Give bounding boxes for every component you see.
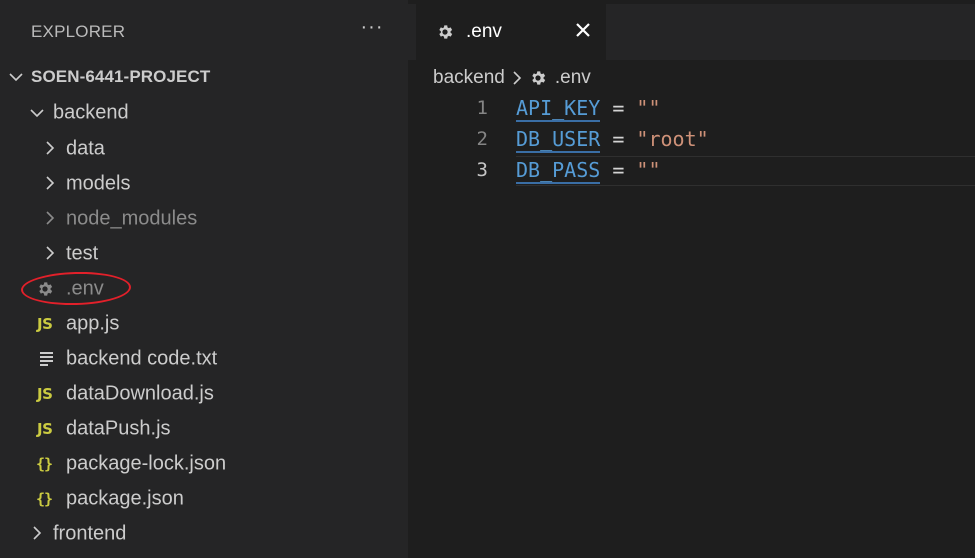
folder-label: data: [66, 137, 105, 159]
chevron-down-icon: [9, 73, 23, 82]
tree-file-package-json[interactable]: {} package.json: [0, 481, 408, 516]
folder-label: node_modules: [66, 207, 198, 229]
tab-env[interactable]: .env: [416, 4, 606, 60]
folder-label: models: [66, 172, 131, 194]
editor-area: .env backend .env 1 2 3 API_KEY = "" DB_…: [408, 0, 975, 558]
breadcrumb-file[interactable]: .env: [555, 67, 591, 89]
file-label: dataDownload.js: [66, 382, 214, 404]
tree-folder-test[interactable]: test: [0, 236, 408, 271]
tab-bar: .env: [408, 4, 975, 60]
env-value: "": [636, 158, 661, 182]
env-key: DB_PASS: [516, 158, 601, 184]
close-icon[interactable]: [569, 16, 597, 44]
tree-folder-node-modules[interactable]: node_modules: [0, 201, 408, 236]
breadcrumb-folder[interactable]: backend: [433, 67, 505, 89]
breadcrumb: backend .env: [433, 64, 591, 92]
env-value: "": [636, 96, 661, 120]
folder-label: test: [66, 242, 99, 264]
explorer-header: EXPLORER ···: [0, 8, 408, 56]
chevron-right-icon: [46, 141, 55, 155]
folder-label: frontend: [53, 522, 127, 544]
folder-label: backend: [53, 101, 129, 123]
tree-folder-models[interactable]: models: [0, 166, 408, 201]
tree-folder-backend[interactable]: backend: [0, 95, 408, 130]
chevron-right-icon: [46, 211, 55, 225]
line-number: 3: [476, 159, 488, 181]
env-key: DB_USER: [516, 127, 601, 153]
tree-file-datadownload-js[interactable]: JS dataDownload.js: [0, 376, 408, 411]
tab-label: .env: [466, 21, 502, 42]
tree-file-package-lock-json[interactable]: {} package-lock.json: [0, 446, 408, 481]
javascript-icon: JS: [37, 314, 53, 333]
more-actions-button[interactable]: ···: [356, 16, 388, 46]
json-icon: {}: [36, 489, 53, 508]
tree-file-app-js[interactable]: JS app.js: [0, 306, 408, 341]
gear-icon: [532, 71, 546, 85]
env-value: "root": [636, 127, 709, 151]
operator: =: [600, 127, 637, 151]
tree-file-datapush-js[interactable]: JS dataPush.js: [0, 411, 408, 446]
tree-file-backend-code-txt[interactable]: backend code.txt: [0, 341, 408, 376]
file-label: package-lock.json: [66, 452, 227, 474]
chevron-down-icon: [30, 109, 44, 118]
chevron-right-icon: [513, 71, 521, 85]
line-number: 1: [476, 97, 488, 119]
env-key: API_KEY: [516, 96, 601, 122]
explorer-sidebar: EXPLORER ··· SOEN-6441-PROJECT backend d…: [0, 0, 408, 558]
tree-folder-frontend[interactable]: frontend: [0, 516, 408, 551]
explorer-title: EXPLORER: [31, 22, 126, 41]
json-icon: {}: [36, 454, 53, 473]
text-file-icon: [40, 351, 53, 366]
javascript-icon: JS: [37, 384, 53, 403]
operator: =: [600, 96, 637, 120]
javascript-icon: JS: [37, 419, 53, 438]
code-line[interactable]: API_KEY = "": [516, 96, 661, 122]
code-line[interactable]: DB_PASS = "": [516, 158, 661, 184]
chevron-right-icon: [33, 526, 42, 540]
file-label: dataPush.js: [66, 417, 171, 439]
code-line[interactable]: DB_USER = "root": [516, 127, 709, 153]
file-label: app.js: [66, 312, 120, 334]
gear-icon: [439, 25, 453, 39]
project-name: SOEN-6441-PROJECT: [31, 66, 211, 86]
file-label: package.json: [66, 487, 184, 509]
tree-project-root[interactable]: SOEN-6441-PROJECT: [0, 59, 408, 94]
line-number: 2: [476, 128, 488, 150]
chevron-right-icon: [46, 246, 55, 260]
tree-folder-data[interactable]: data: [0, 131, 408, 166]
chevron-right-icon: [46, 176, 55, 190]
operator: =: [600, 158, 637, 182]
file-label: backend code.txt: [66, 347, 218, 369]
